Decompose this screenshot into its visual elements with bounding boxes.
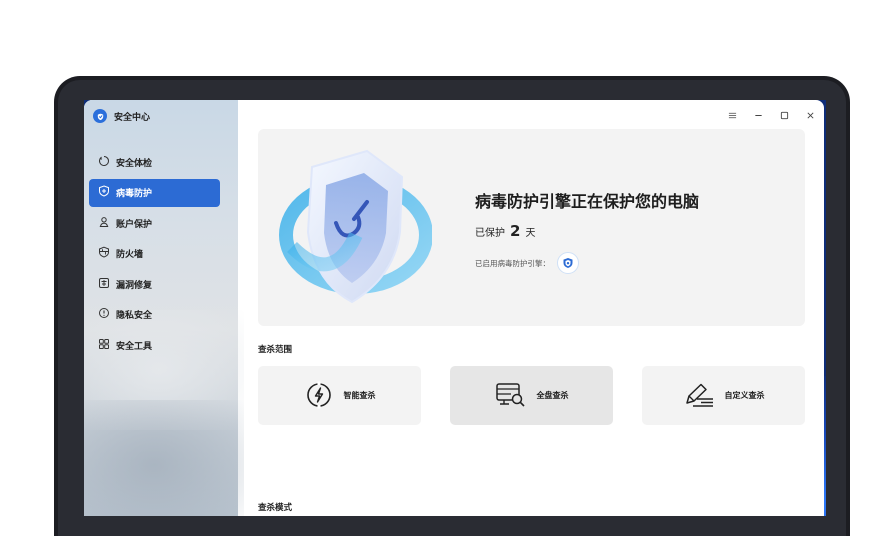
sidebar-item-label: 病毒防护 bbox=[116, 189, 153, 199]
sidebar-item-label: 防火墙 bbox=[116, 250, 144, 260]
firewall-icon bbox=[98, 246, 110, 261]
sidebar-item-virus-protection[interactable]: 病毒防护 bbox=[89, 178, 220, 207]
app-header: 安全中心 bbox=[93, 109, 150, 123]
smart-scan-option[interactable]: 智能查杀 bbox=[258, 366, 421, 425]
engine-label: 已启用病毒防护引擎： bbox=[475, 258, 550, 268]
lightning-icon bbox=[304, 380, 334, 412]
scan-scope-title: 查杀范围 bbox=[258, 345, 293, 355]
app-title: 安全中心 bbox=[114, 112, 151, 123]
sidebar-item-label: 安全体检 bbox=[116, 158, 153, 169]
protected-days: 已保护 2 天 bbox=[475, 222, 535, 240]
clock-icon bbox=[98, 155, 110, 170]
scan-option-label: 智能查杀 bbox=[343, 391, 376, 400]
sidebar-item-security-check[interactable]: 安全体检 bbox=[89, 148, 220, 176]
app-logo-icon bbox=[93, 109, 107, 123]
sidebar-item-security-tools[interactable]: 安全工具 bbox=[89, 331, 220, 359]
protection-status-title: 病毒防护引擎正在保护您的电脑 bbox=[475, 192, 700, 211]
sidebar-item-label: 账户保护 bbox=[116, 219, 153, 230]
sidebar-item-label: 漏洞修复 bbox=[116, 280, 153, 291]
window-controls bbox=[726, 109, 816, 121]
scan-option-label: 全盘查杀 bbox=[536, 391, 569, 400]
privacy-icon bbox=[98, 307, 110, 322]
sidebar-item-firewall[interactable]: 防火墙 bbox=[89, 240, 220, 268]
sidebar-item-account-protection[interactable]: 账户保护 bbox=[89, 209, 220, 237]
protected-suffix: 天 bbox=[525, 228, 536, 239]
close-icon[interactable] bbox=[804, 109, 816, 121]
protection-status-panel: 病毒防护引擎正在保护您的电脑 已保护 2 天 已启用病毒防护引擎： bbox=[258, 129, 805, 326]
scan-mode-title: 查杀模式 bbox=[258, 503, 293, 513]
sidebar-item-privacy[interactable]: 隐私安全 bbox=[89, 301, 220, 329]
shield-illustration bbox=[272, 137, 433, 317]
sidebar-nav: 安全体检 病毒防护 账户保护 防火墙 漏洞修复 隐私安全 安全工具 bbox=[89, 148, 220, 362]
menu-icon[interactable] bbox=[726, 109, 738, 121]
custom-scan-option[interactable]: 自定义查杀 bbox=[642, 366, 805, 425]
patch-icon bbox=[98, 277, 110, 292]
maximize-icon[interactable] bbox=[778, 109, 790, 121]
protected-prefix: 已保护 bbox=[475, 228, 505, 239]
pen-icon bbox=[683, 382, 715, 410]
user-icon bbox=[98, 216, 110, 231]
engine-status: 已启用病毒防护引擎： bbox=[475, 252, 579, 274]
full-scan-option[interactable]: 全盘查杀 bbox=[450, 366, 613, 425]
minimize-icon[interactable] bbox=[752, 109, 764, 121]
scan-option-label: 自定义查杀 bbox=[724, 391, 765, 400]
sidebar: 安全中心 安全体检 病毒防护 账户保护 防火墙 漏洞修复 隐私安全 安全工具 bbox=[84, 100, 244, 516]
shield-icon bbox=[98, 185, 110, 200]
sidebar-item-label: 隐私安全 bbox=[116, 311, 153, 321]
sidebar-item-vulnerability-fix[interactable]: 漏洞修复 bbox=[89, 270, 220, 298]
disk-scan-icon bbox=[495, 381, 527, 411]
engine-shield-icon[interactable] bbox=[557, 252, 579, 274]
grid-icon bbox=[98, 338, 110, 353]
sidebar-item-label: 安全工具 bbox=[116, 341, 153, 352]
app-window: 安全中心 安全体检 病毒防护 账户保护 防火墙 漏洞修复 隐私安全 安全工具 病… bbox=[84, 100, 824, 516]
protected-days-count: 2 bbox=[510, 222, 521, 240]
